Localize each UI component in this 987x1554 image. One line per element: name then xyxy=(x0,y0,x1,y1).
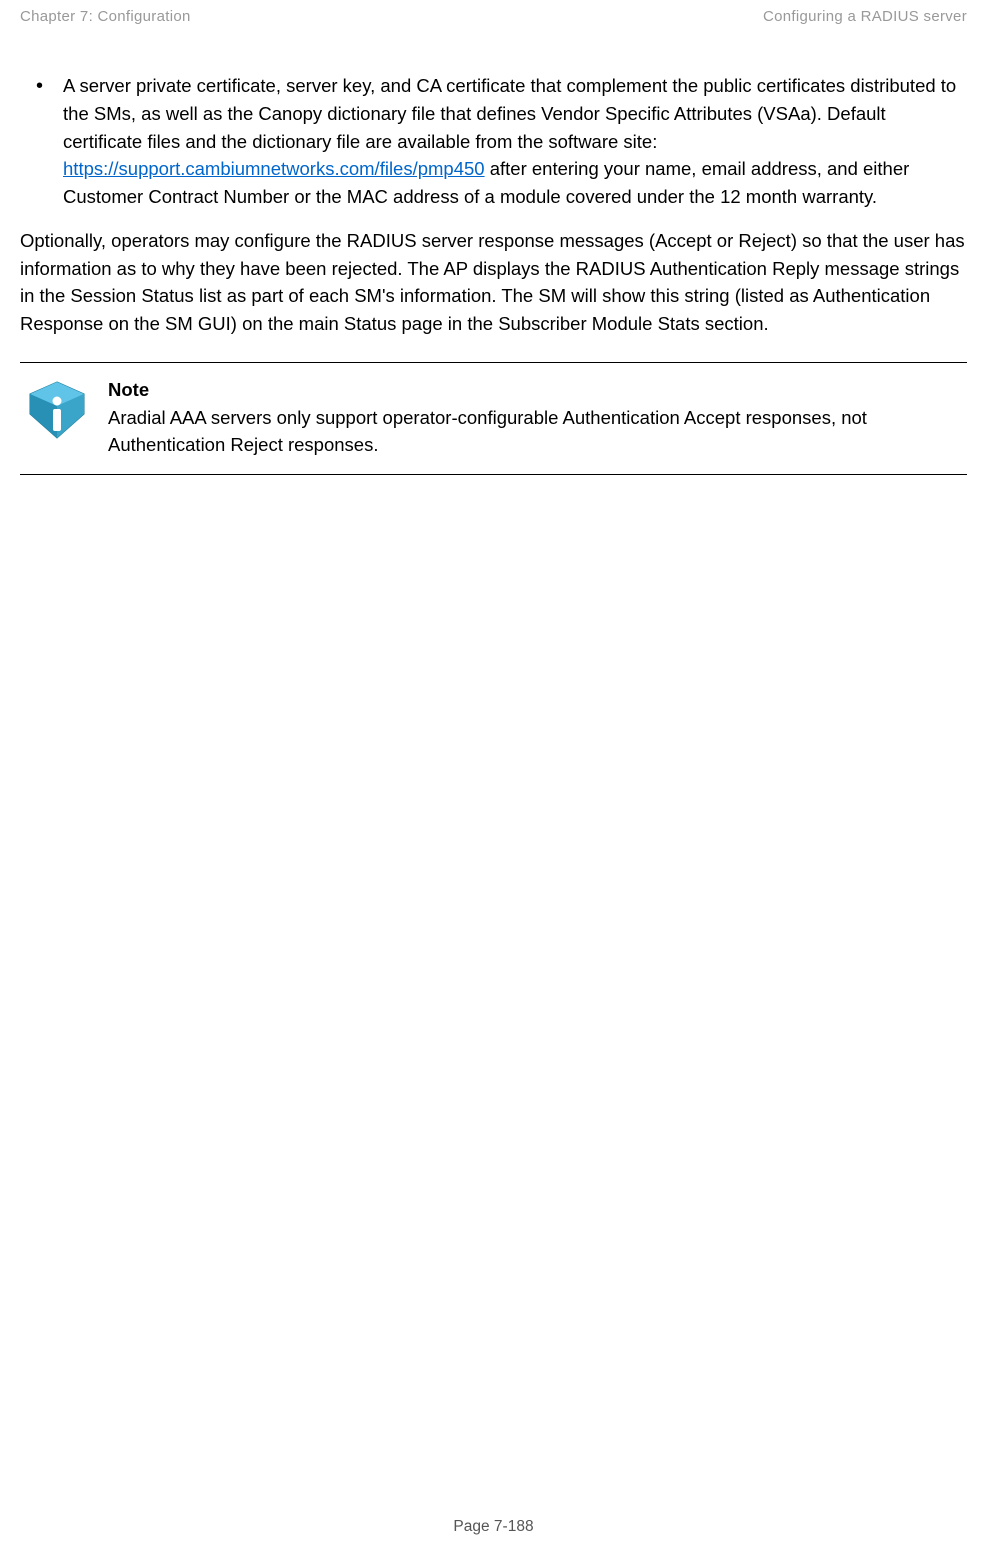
note-info-icon xyxy=(26,379,88,441)
note-title: Note xyxy=(108,379,957,401)
page-footer: Page 7-188 xyxy=(0,1518,987,1536)
header-chapter: Chapter 7: Configuration xyxy=(20,8,191,25)
main-content: • A server private certificate, server k… xyxy=(20,72,967,475)
note-box: Note Aradial AAA servers only support op… xyxy=(20,362,967,476)
note-text: Aradial AAA servers only support operato… xyxy=(108,405,957,459)
page-header: Chapter 7: Configuration Configuring a R… xyxy=(0,8,987,25)
bullet-text-before: A server private certificate, server key… xyxy=(63,75,956,152)
bullet-marker: • xyxy=(36,72,43,211)
bullet-list-item: • A server private certificate, server k… xyxy=(20,72,967,211)
bullet-text: A server private certificate, server key… xyxy=(63,72,967,211)
note-content: Note Aradial AAA servers only support op… xyxy=(108,379,967,459)
support-link[interactable]: https://support.cambiumnetworks.com/file… xyxy=(63,158,485,179)
header-section: Configuring a RADIUS server xyxy=(763,8,967,25)
body-paragraph: Optionally, operators may configure the … xyxy=(20,227,967,338)
